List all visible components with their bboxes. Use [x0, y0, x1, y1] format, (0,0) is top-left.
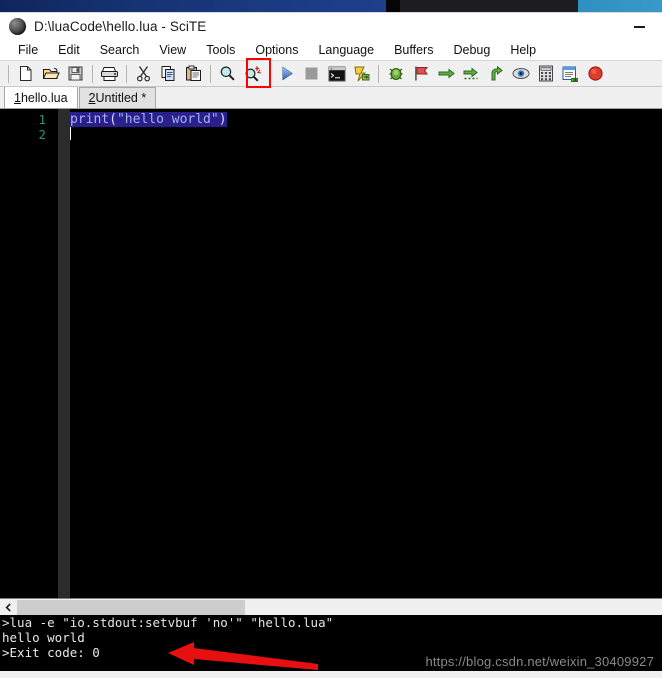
- minimize-button[interactable]: [617, 13, 662, 40]
- minimize-icon: [634, 25, 645, 28]
- text-caret: [70, 127, 71, 140]
- page-title: D:\luaCode\hello.lua - SciTE: [34, 19, 207, 34]
- output-pane[interactable]: >lua -e "io.stdout:setvbuf 'no'" "hello.…: [0, 615, 662, 671]
- fold-margin[interactable]: [58, 109, 70, 598]
- code-token-close-paren: ): [218, 112, 227, 127]
- buffer-tab-bar: 1 hello.lua 2 Untitled *: [0, 86, 662, 109]
- code-token-string: "hello world": [116, 112, 219, 127]
- watermark-text: https://blog.csdn.net/weixin_30409927: [425, 654, 654, 669]
- print-icon[interactable]: [98, 63, 121, 85]
- tab-hello-lua-num: 1: [14, 90, 21, 105]
- console-icon[interactable]: [325, 63, 348, 85]
- line-number-1: 1: [38, 112, 46, 127]
- line-number-2: 2: [38, 127, 46, 142]
- menu-language[interactable]: Language: [308, 40, 384, 61]
- menu-help[interactable]: Help: [500, 40, 546, 61]
- desktop-strip-dark: [386, 0, 578, 12]
- new-file-icon[interactable]: [14, 63, 37, 85]
- replace-icon[interactable]: [241, 63, 264, 85]
- main-window: D:\luaCode\hello.lua - SciTE File Edit S…: [0, 12, 662, 678]
- tab-hello-lua-label: hello.lua: [20, 90, 68, 105]
- desktop-strip-cyan: [578, 0, 662, 12]
- watch-icon[interactable]: [509, 63, 532, 85]
- scite-globe-icon: [9, 18, 26, 35]
- title-bar: D:\luaCode\hello.lua - SciTE: [0, 13, 662, 40]
- output-line-result: hello world: [2, 630, 85, 645]
- line-number-gutter: [0, 109, 58, 598]
- stop-execute-icon[interactable]: [300, 63, 323, 85]
- toolbar-divider: [210, 64, 211, 83]
- desktop-background-strip: [0, 0, 662, 12]
- menu-file[interactable]: File: [8, 40, 48, 61]
- debug-start-icon[interactable]: [384, 63, 407, 85]
- menu-edit[interactable]: Edit: [48, 40, 90, 61]
- output-line-command: >lua -e "io.stdout:setvbuf 'no'" "hello.…: [2, 615, 334, 630]
- step-over-icon[interactable]: [434, 63, 457, 85]
- toolbar-divider: [92, 64, 93, 83]
- scrollbar-track[interactable]: [245, 599, 662, 615]
- code-text[interactable]: print("hello world"): [70, 112, 662, 142]
- menu-buffers[interactable]: Buffers: [384, 40, 443, 61]
- debug-break-icon[interactable]: [409, 63, 432, 85]
- line-numbers: 12: [0, 112, 46, 142]
- toolbar-divider: [378, 64, 379, 83]
- tab-hello-lua[interactable]: 1 hello.lua: [4, 86, 78, 108]
- code-token-open-paren: (: [109, 112, 117, 127]
- desktop-strip-blue: [0, 0, 386, 12]
- menu-tools[interactable]: Tools: [196, 40, 245, 61]
- tab-untitled-label: Untitled *: [95, 91, 147, 105]
- desktop-strip-black: [386, 0, 400, 12]
- find-icon[interactable]: [216, 63, 239, 85]
- cut-icon[interactable]: [132, 63, 155, 85]
- copy-icon[interactable]: [157, 63, 180, 85]
- menu-search[interactable]: Search: [90, 40, 150, 61]
- save-file-icon[interactable]: [64, 63, 87, 85]
- code-token-function: print: [70, 112, 110, 127]
- scrollbar-thumb[interactable]: [17, 599, 245, 615]
- tab-untitled[interactable]: 2 Untitled *: [78, 87, 157, 108]
- stack-window-icon[interactable]: [559, 63, 582, 85]
- open-file-icon[interactable]: [39, 63, 62, 85]
- status-bar: [0, 671, 662, 674]
- step-into-icon[interactable]: [459, 63, 482, 85]
- calculator-icon[interactable]: [534, 63, 557, 85]
- step-out-icon[interactable]: [484, 63, 507, 85]
- menu-options[interactable]: Options: [245, 40, 308, 61]
- output-scrollbar[interactable]: [0, 598, 662, 615]
- toolbar: [0, 58, 662, 88]
- menu-bar: File Edit Search View Tools Options Lang…: [0, 40, 662, 61]
- tab-untitled-num: 2: [88, 91, 96, 105]
- compile-icon[interactable]: [350, 63, 373, 85]
- menu-view[interactable]: View: [149, 40, 196, 61]
- chevron-left-icon[interactable]: [0, 599, 17, 615]
- toolbar-divider: [269, 64, 270, 83]
- debug-stop-icon[interactable]: [584, 63, 607, 85]
- toolbar-divider: [8, 64, 9, 83]
- selected-code-line: print("hello world"): [70, 112, 227, 127]
- go-run-icon[interactable]: [275, 63, 298, 85]
- toolbar-divider: [126, 64, 127, 83]
- code-editor[interactable]: 12 print("hello world"): [0, 109, 662, 598]
- scite-window: D:\luaCode\hello.lua - SciTE File Edit S…: [0, 0, 662, 678]
- menu-debug[interactable]: Debug: [443, 40, 500, 61]
- paste-icon[interactable]: [182, 63, 205, 85]
- window-controls: [617, 13, 662, 40]
